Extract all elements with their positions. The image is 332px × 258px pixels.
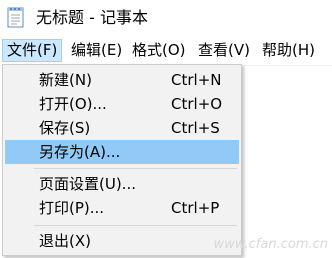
menu-help[interactable]: 帮助(H): [258, 39, 319, 62]
menu-item-label: 另存为(A)...: [39, 143, 121, 161]
menu-edit[interactable]: 编辑(E): [67, 39, 126, 62]
title-bar: 无标题 - 记事本: [0, 0, 332, 38]
menu-file[interactable]: 文件(F): [2, 39, 63, 62]
menu-item-label: 退出(X): [39, 232, 91, 250]
window-title: 无标题 - 记事本: [36, 8, 148, 27]
watermark: www.cfan.com.cn: [213, 237, 328, 252]
menu-item-print[interactable]: 打印(P)... Ctrl+P: [5, 196, 239, 220]
menu-item-save-as[interactable]: 另存为(A)...: [5, 140, 239, 164]
menu-item-label: 打开(O)...: [39, 95, 107, 113]
menu-item-shortcut: Ctrl+S: [171, 119, 220, 137]
menu-item-shortcut: Ctrl+P: [171, 199, 220, 217]
menu-item-shortcut: Ctrl+N: [171, 71, 222, 89]
menu-item-label: 新建(N): [39, 71, 92, 89]
menu-separator: [34, 168, 237, 169]
menu-bar: 文件(F) 编辑(E) 格式(O) 查看(V) 帮助(H): [0, 38, 332, 66]
menu-item-label: 保存(S): [39, 119, 91, 137]
file-menu-dropdown: 新建(N) Ctrl+N 打开(O)... Ctrl+O 保存(S) Ctrl+…: [2, 64, 242, 256]
menu-item-shortcut: Ctrl+O: [171, 95, 223, 113]
menu-item-label: 页面设置(U)...: [39, 175, 136, 193]
menu-item-label: 打印(P)...: [39, 199, 105, 217]
menu-item-save[interactable]: 保存(S) Ctrl+S: [5, 116, 239, 140]
menu-item-page-setup[interactable]: 页面设置(U)...: [5, 172, 239, 196]
menu-item-new[interactable]: 新建(N) Ctrl+N: [5, 68, 239, 92]
menu-separator: [34, 225, 237, 226]
menu-view[interactable]: 查看(V): [194, 39, 254, 62]
menu-item-exit[interactable]: 退出(X): [5, 229, 239, 253]
notepad-window: 无标题 - 记事本 文件(F) 编辑(E) 格式(O) 查看(V) 帮助(H) …: [0, 0, 332, 258]
menu-item-open[interactable]: 打开(O)... Ctrl+O: [5, 92, 239, 116]
menu-format[interactable]: 格式(O): [128, 39, 190, 62]
notepad-icon: [7, 6, 26, 28]
